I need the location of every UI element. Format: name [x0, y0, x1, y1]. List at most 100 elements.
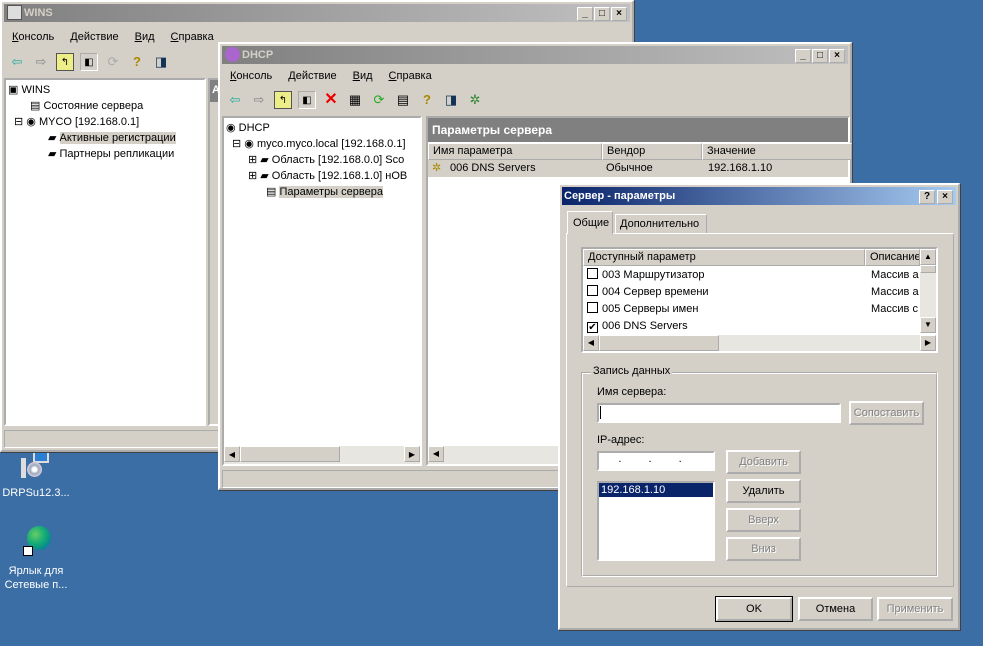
- menu-console[interactable]: Консоль: [12, 31, 54, 43]
- tree-item-active-registrations[interactable]: ▰ Активные регистрации: [48, 130, 176, 146]
- table-row[interactable]: ✲ 006 DNS Servers Обычное 192.168.1.10: [428, 160, 848, 177]
- wins-tree-pane: ▣ WINS ▤ Состояние сервера ⊟ ◉ MYCO [192…: [4, 78, 206, 426]
- delete-icon[interactable]: ✕: [322, 91, 340, 109]
- pane-title: Параметры сервера: [428, 118, 848, 142]
- option-checkbox[interactable]: [587, 285, 598, 296]
- maximize-button[interactable]: □: [812, 49, 828, 63]
- ip-address-label: IP-адрес:: [597, 434, 645, 446]
- option-checkbox[interactable]: [587, 268, 598, 279]
- move-down-button[interactable]: Вниз: [726, 537, 801, 561]
- wins-title-bar[interactable]: WINS _ □ ×: [4, 4, 630, 22]
- tree-item-wins[interactable]: ▣ WINS: [8, 82, 50, 98]
- window-title: WINS: [24, 7, 53, 19]
- forward-icon[interactable]: ⇨: [32, 53, 50, 71]
- ok-button[interactable]: OK: [715, 596, 793, 622]
- menu-view[interactable]: Вид: [135, 31, 155, 43]
- tree-item-dhcp[interactable]: ◉ DHCP: [226, 120, 270, 136]
- menu-action[interactable]: Действие: [70, 31, 118, 43]
- data-entry-group: Запись данных Имя сервера: Сопоставить I…: [581, 365, 938, 577]
- server-name-input[interactable]: [597, 403, 841, 423]
- dhcp-icon: [225, 47, 240, 62]
- group-label: Запись данных: [591, 365, 673, 377]
- back-icon[interactable]: ⇦: [8, 53, 26, 71]
- vertical-scrollbar[interactable]: ▲ ▼: [920, 249, 936, 333]
- pane-header: А: [210, 80, 220, 102]
- menu-help[interactable]: Справка: [389, 70, 432, 82]
- tree-item-server[interactable]: ⊟ ◉ myco.myco.local [192.168.0.1]: [232, 136, 406, 152]
- column-header-value[interactable]: Значение: [702, 143, 852, 160]
- refresh-icon[interactable]: ⟳: [104, 53, 122, 71]
- horizontal-scrollbar[interactable]: ◀ ▶: [583, 335, 936, 351]
- apply-button[interactable]: Применить: [877, 597, 953, 621]
- maximize-button[interactable]: □: [594, 7, 610, 21]
- server-name-label: Имя сервера:: [597, 386, 667, 398]
- close-button[interactable]: ×: [829, 49, 845, 63]
- resolve-button[interactable]: Сопоставить: [849, 401, 924, 425]
- option-row[interactable]: 004 Сервер времени Массив а: [587, 284, 920, 301]
- horizontal-scrollbar[interactable]: ◀ ▶: [224, 446, 420, 464]
- close-button[interactable]: ×: [937, 190, 953, 204]
- ip-address-input[interactable]: . . .: [597, 451, 715, 471]
- dhcp-title-bar[interactable]: DHCP _ □ ×: [222, 46, 848, 64]
- show-tree-icon[interactable]: ◧: [80, 53, 98, 71]
- show-tree-icon[interactable]: ◧: [298, 91, 316, 109]
- wins-icon: [7, 5, 22, 20]
- server-options-dialog: Сервер - параметры ? × Общие Дополнительн…: [558, 183, 960, 630]
- export-list-icon[interactable]: ▤: [394, 91, 412, 109]
- menu-console[interactable]: Консоль: [230, 70, 272, 82]
- column-header-description[interactable]: Описание: [865, 249, 920, 266]
- column-header-option[interactable]: Доступный параметр: [583, 249, 865, 266]
- tree-item-myco[interactable]: ⊟ ◉ MYCO [192.168.0.1]: [14, 114, 139, 130]
- remove-button[interactable]: Удалить: [726, 479, 801, 503]
- back-icon[interactable]: ⇦: [226, 91, 244, 109]
- menu-help[interactable]: Справка: [171, 31, 214, 43]
- up-folder-icon[interactable]: ↰: [56, 53, 74, 71]
- menu-action[interactable]: Действие: [288, 70, 336, 82]
- add-button[interactable]: Добавить: [726, 450, 801, 474]
- desktop-icon-drpsu[interactable]: DRPSu12.3...: [0, 450, 72, 500]
- option-row[interactable]: ✔ 006 DNS Servers: [587, 318, 920, 335]
- tree-item-scope-2[interactable]: ⊞ ▰ Область [192.168.1.0] нОВ: [248, 168, 407, 184]
- installer-cd-icon: [21, 450, 51, 482]
- move-up-button[interactable]: Вверх: [726, 508, 801, 532]
- option-icon: ✲: [432, 162, 442, 174]
- desktop-icon-label: Сетевые п...: [4, 579, 68, 591]
- desktop-icon-label: Ярлык для: [8, 565, 64, 577]
- help-icon[interactable]: ?: [418, 91, 436, 109]
- help-button[interactable]: ?: [919, 190, 935, 204]
- option-checkbox[interactable]: [587, 302, 598, 313]
- list-item[interactable]: 192.168.1.10: [599, 483, 713, 497]
- dialog-title-bar[interactable]: Сервер - параметры ? ×: [562, 187, 956, 205]
- up-folder-icon[interactable]: ↰: [274, 91, 292, 109]
- tree-item-replication-partners[interactable]: ▰ Партнеры репликации: [48, 146, 174, 162]
- tree-item-server-status[interactable]: ▤ Состояние сервера: [30, 98, 143, 114]
- menu-view[interactable]: Вид: [353, 70, 373, 82]
- cancel-button[interactable]: Отмена: [798, 597, 873, 621]
- option-row[interactable]: 003 Маршрутизатор Массив а: [587, 267, 920, 284]
- tree-item-scope-1[interactable]: ⊞ ▰ Область [192.168.0.0] Sco: [248, 152, 404, 168]
- close-button[interactable]: ×: [611, 7, 627, 21]
- dhcp-tree-pane: ◉ DHCP ⊟ ◉ myco.myco.local [192.168.0.1]…: [222, 116, 422, 466]
- options-listview: Доступный параметр Описание 003 Маршрути…: [581, 247, 938, 353]
- tab-advanced[interactable]: Дополнительно: [615, 214, 707, 233]
- properties-icon[interactable]: ▦: [346, 91, 364, 109]
- minimize-button[interactable]: _: [795, 49, 811, 63]
- tree-item-server-options[interactable]: ▤ Параметры сервера: [266, 184, 383, 200]
- action-pane-icon[interactable]: ◨: [442, 91, 460, 109]
- minimize-button[interactable]: _: [577, 7, 593, 21]
- action-pane-icon[interactable]: ◨: [152, 53, 170, 71]
- ip-address-list[interactable]: 192.168.1.10: [597, 481, 715, 561]
- desktop-icon-network-shortcut[interactable]: ↗ Ярлык для Сетевые п...: [0, 526, 72, 592]
- refresh-icon[interactable]: ⟳: [370, 91, 388, 109]
- tab-panel: Доступный параметр Описание 003 Маршрути…: [566, 233, 954, 587]
- forward-icon[interactable]: ⇨: [250, 91, 268, 109]
- tab-general[interactable]: Общие: [567, 211, 613, 234]
- option-row[interactable]: 005 Серверы имен Массив с: [587, 301, 920, 318]
- authorize-icon[interactable]: ✲: [466, 91, 484, 109]
- dialog-title: Сервер - параметры: [564, 190, 676, 202]
- column-header-vendor[interactable]: Вендор: [602, 143, 702, 160]
- column-header-name[interactable]: Имя параметра: [428, 143, 602, 160]
- option-checkbox[interactable]: ✔: [587, 322, 598, 333]
- network-globe-shortcut-icon: ↗: [21, 526, 51, 558]
- help-icon[interactable]: ?: [128, 53, 146, 71]
